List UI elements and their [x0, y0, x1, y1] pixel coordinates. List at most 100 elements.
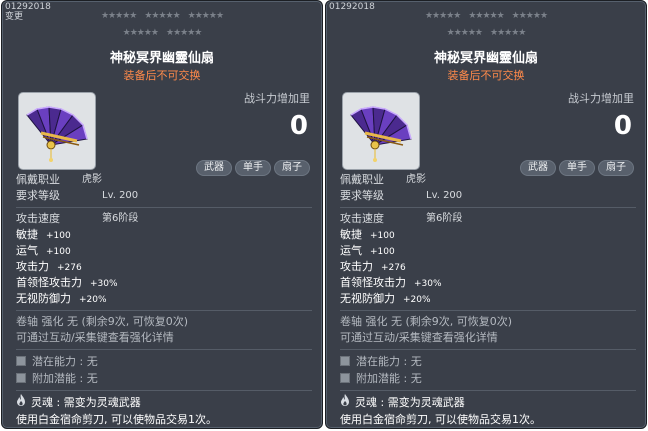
stat-row: 攻击力 +276 [340, 259, 640, 275]
job-label: 佩戴职业 [16, 173, 60, 186]
starforce-row-1: ★★★★★ ★★★★★ ★★★★★ [326, 11, 646, 21]
attack-speed-value: 第6阶段 [426, 213, 463, 224]
bonus-potential-row: 附加潜能 : 无 [16, 370, 316, 387]
star-icon-group: ★★★★★ [511, 11, 548, 21]
potential-row: 潜在能力 : 无 [16, 353, 316, 370]
item-detail-rows: 佩戴职业 虎影 要求等级 Lv. 200 攻击速度 第6阶段 敏捷 +100 运气… [340, 172, 640, 428]
stat-label: 首领怪攻击力 [16, 276, 82, 289]
stat-row: 首领怪攻击力 +30% [16, 275, 316, 291]
star-icon-group: ★★★★★ [424, 11, 461, 21]
stat-label: 无视防御力 [340, 292, 395, 305]
level-row: 要求等级 Lv. 200 [16, 188, 316, 204]
divider [16, 349, 312, 350]
item-title: 神秘冥界幽靈仙扇 [109, 51, 214, 66]
soul-flame-icon [340, 394, 350, 411]
star-icon-group: ★★★★★ [490, 28, 526, 38]
star-icon-group: ★★★★★ [187, 11, 224, 21]
attack-speed-row: 攻击速度 第6阶段 [16, 211, 316, 227]
stat-value: +100 [46, 231, 71, 241]
attack-speed-label: 攻击速度 [340, 212, 384, 225]
stat-row: 敏捷 +100 [16, 227, 316, 243]
starforce-row-2: ★★★★★ ★★★★★ [2, 28, 322, 38]
bonus-potential-value: 无 [86, 372, 98, 385]
star-icon-group: ★★★★★ [144, 11, 180, 21]
power-increase-value: 0 [613, 111, 632, 141]
enhance-detail-line: 可通过互动/采集键查看强化详情 [340, 331, 498, 344]
stat-value: +100 [46, 247, 71, 257]
stat-row: 敏捷 +100 [340, 227, 640, 243]
untradable-notice: 装备后不可交换 [447, 69, 525, 82]
soul-row: 灵魂 : 需变为灵魂武器 [16, 394, 316, 411]
divider [16, 207, 312, 208]
divider [340, 310, 636, 311]
soul-label: 灵魂 [355, 396, 377, 409]
stat-value: +30% [414, 279, 442, 289]
potential-value: 无 [410, 355, 422, 368]
star-icon-group: ★★★★★ [122, 28, 159, 38]
scroll-enhance-line: 卷轴 强化 无 (剩余9次, 可恢复0次) [16, 315, 189, 328]
stat-value: +20% [79, 295, 107, 305]
level-label: 要求等级 [16, 189, 60, 202]
item-tooltip-card: 01292018 ★★★★★ ★★★★★ ★★★★★ ★★★★★ ★★★★★ 神秘冥界… [325, 0, 647, 429]
attack-speed-label: 攻击速度 [16, 212, 60, 225]
power-increase-label: 战斗力增加里 [244, 92, 310, 105]
potential-slot-icon [16, 356, 26, 366]
bonus-potential-row: 附加潜能 : 无 [340, 370, 640, 387]
bonus-potential-value: 无 [410, 372, 422, 385]
potential-label: 潜在能力 [32, 355, 76, 368]
bonus-potential-slot-icon [16, 373, 26, 383]
stat-row: 无视防御力 +20% [340, 291, 640, 307]
potential-row: 潜在能力 : 无 [340, 353, 640, 370]
level-row: 要求等级 Lv. 200 [340, 188, 640, 204]
star-icon-group: ★★★★★ [100, 11, 137, 21]
job-label: 佩戴职业 [340, 173, 384, 186]
stat-value: +100 [370, 247, 395, 257]
untradable-notice: 装备后不可交换 [123, 69, 201, 82]
fan-weapon-icon [26, 106, 88, 162]
scissors-notice: 使用白金宿命剪刀, 可以使物品交易1次。 [340, 413, 541, 426]
stat-row: 运气 +100 [340, 243, 640, 259]
potential-slot-icon [340, 356, 350, 366]
item-icon-box [18, 92, 96, 170]
soul-row: 灵魂 : 需变为灵魂武器 [340, 394, 640, 411]
soul-value: 需变为灵魂武器 [387, 396, 465, 409]
attack-speed-row: 攻击速度 第6阶段 [340, 211, 640, 227]
level-value: Lv. 200 [102, 190, 139, 201]
potential-label: 潜在能力 [356, 355, 400, 368]
star-icon-group: ★★★★★ [468, 11, 504, 21]
stat-row: 攻击力 +276 [16, 259, 316, 275]
stat-value: +100 [370, 231, 395, 241]
fan-weapon-icon [350, 106, 412, 162]
starforce-row-1: ★★★★★ ★★★★★ ★★★★★ [2, 11, 322, 21]
power-increase-label: 战斗力增加里 [568, 92, 634, 105]
divider [16, 390, 312, 391]
job-value: 虎影 [82, 174, 102, 185]
level-value: Lv. 200 [426, 190, 463, 201]
stat-label: 敏捷 [340, 228, 362, 241]
soul-label: 灵魂 [31, 396, 53, 409]
divider [16, 310, 312, 311]
scroll-enhance-line: 卷轴 强化 无 (剩余9次, 可恢复0次) [340, 315, 513, 328]
stat-row: 首领怪攻击力 +30% [340, 275, 640, 291]
stat-label: 攻击力 [340, 260, 373, 273]
stat-label: 运气 [340, 244, 362, 257]
job-value: 虎影 [406, 174, 426, 185]
stat-value: +20% [403, 295, 431, 305]
item-tooltip-card: 01292018 变更 ★★★★★ ★★★★★ ★★★★★ ★★★★★ ★★★★★ 神… [1, 0, 323, 429]
potential-value: 无 [86, 355, 98, 368]
bonus-potential-label: 附加潜能 [356, 372, 400, 385]
stat-row: 运气 +100 [16, 243, 316, 259]
divider [340, 349, 636, 350]
level-label: 要求等级 [340, 189, 384, 202]
job-row: 佩戴职业 虎影 [16, 172, 316, 188]
soul-flame-icon [16, 394, 26, 411]
job-row: 佩戴职业 虎影 [340, 172, 640, 188]
enhance-detail-line: 可通过互动/采集键查看强化详情 [16, 331, 174, 344]
bonus-potential-slot-icon [340, 373, 350, 383]
stat-value: +276 [381, 263, 406, 273]
star-icon-group: ★★★★★ [446, 28, 483, 38]
divider [340, 207, 636, 208]
soul-value: 需变为灵魂武器 [63, 396, 141, 409]
divider [340, 390, 636, 391]
star-icon-group: ★★★★★ [166, 28, 202, 38]
